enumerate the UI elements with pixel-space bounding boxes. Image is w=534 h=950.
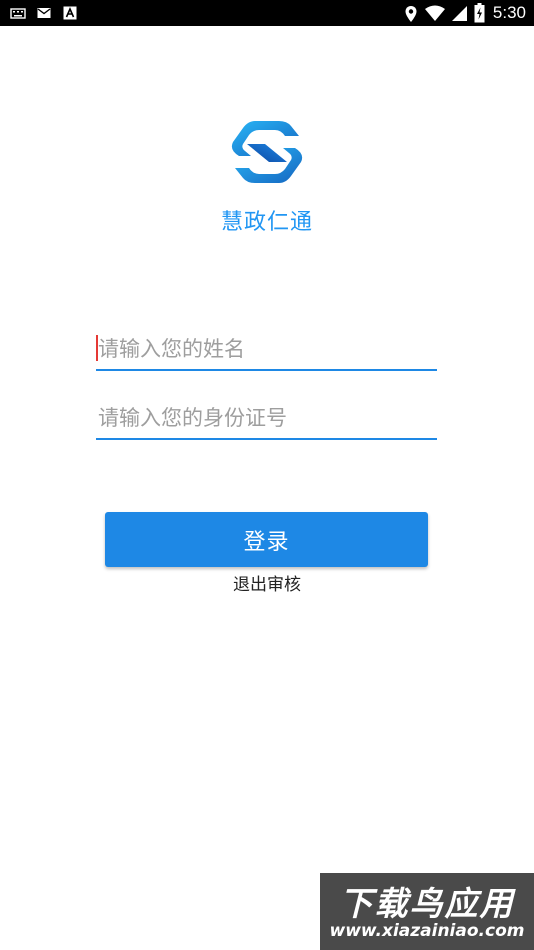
status-bar-left bbox=[10, 5, 78, 21]
wifi-icon bbox=[424, 4, 445, 22]
a-notification-icon bbox=[62, 5, 78, 21]
status-time: 5:30 bbox=[492, 3, 526, 22]
watermark-title: 下载鸟应用 bbox=[339, 884, 515, 923]
exit-review-link[interactable]: 退出审核 bbox=[0, 570, 534, 595]
app-logo-icon bbox=[225, 118, 309, 186]
signal-icon bbox=[451, 4, 468, 22]
keyboard-icon bbox=[10, 5, 26, 21]
name-input[interactable] bbox=[96, 329, 437, 371]
mail-icon bbox=[36, 5, 52, 21]
app-title: 慧政仁通 bbox=[220, 210, 313, 235]
watermark: 下载鸟应用 www.xiazainiao.com bbox=[320, 873, 534, 950]
status-bar: 5:30 bbox=[0, 0, 534, 26]
location-icon bbox=[403, 5, 419, 22]
battery-charging-icon bbox=[474, 3, 485, 23]
watermark-url: www.xiazainiao.com bbox=[329, 921, 525, 941]
status-bar-right: 5:30 bbox=[403, 2, 526, 24]
id-number-input[interactable] bbox=[96, 398, 437, 440]
login-button[interactable]: 登录 bbox=[105, 512, 428, 567]
text-cursor bbox=[96, 335, 98, 361]
